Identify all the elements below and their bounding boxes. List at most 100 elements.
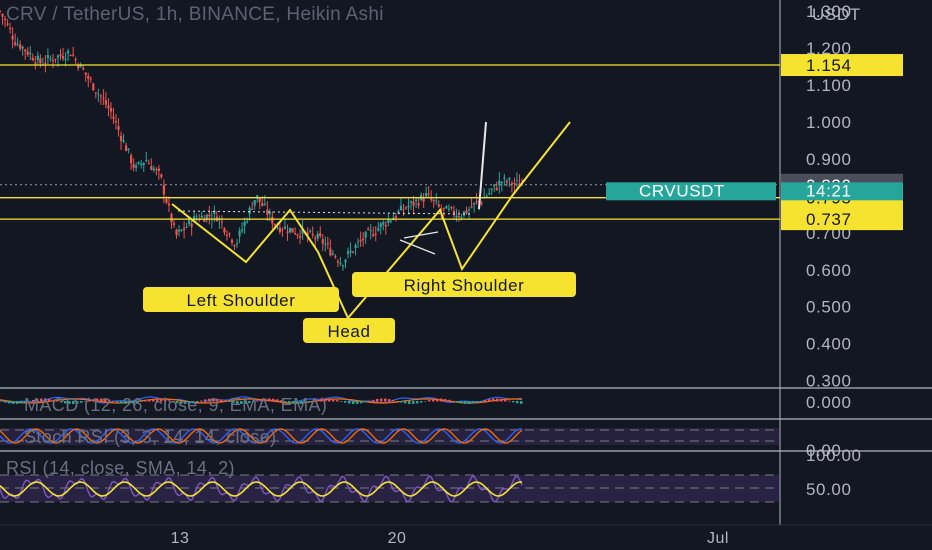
time-tick-label: Jul xyxy=(707,530,729,547)
candle-body xyxy=(92,83,95,91)
candle-body xyxy=(261,203,264,206)
candle-body xyxy=(19,44,22,49)
candle-body xyxy=(102,97,105,99)
candle-body xyxy=(1,13,4,17)
time-tick-label: 20 xyxy=(388,530,407,547)
candle-body xyxy=(296,234,299,236)
time-tick-label: 13 xyxy=(171,530,190,547)
candle-body xyxy=(422,198,425,202)
candle-body xyxy=(167,203,171,206)
price-tick-label: 0.400 xyxy=(806,335,852,354)
macd-histogram-bar xyxy=(20,401,23,404)
macd-histogram-bar xyxy=(8,401,11,404)
candle-body xyxy=(97,93,100,95)
macd-histogram-bar xyxy=(444,398,447,402)
candle-body xyxy=(288,227,292,233)
target-projection-line[interactable] xyxy=(478,121,487,210)
candle-body xyxy=(54,58,57,60)
candle-body xyxy=(485,196,488,198)
candle-body xyxy=(14,42,17,45)
candle-body xyxy=(165,199,168,203)
candle-body xyxy=(0,10,2,12)
candle-body xyxy=(155,169,158,171)
macd-histogram-bar xyxy=(376,398,379,402)
candle-body xyxy=(230,239,234,243)
candle-body xyxy=(228,233,231,235)
candle-body xyxy=(339,263,342,265)
indicator-panes: MACD (12, 26, close, 9, EMA, EMA) Stoch R… xyxy=(0,395,780,503)
candle-body xyxy=(16,43,19,45)
candle-body xyxy=(8,27,12,29)
candle-body xyxy=(59,54,62,56)
candle-body xyxy=(344,259,347,263)
candle-body xyxy=(104,99,108,105)
candle-body xyxy=(114,120,118,123)
candle-body xyxy=(309,230,312,232)
trading-chart[interactable]: MACD (12, 26, close, 9, EMA, EMA) Stoch R… xyxy=(0,0,932,550)
candle-body xyxy=(66,50,70,54)
candle-body xyxy=(87,75,90,79)
candle-body xyxy=(24,49,27,52)
candle-body xyxy=(26,51,29,55)
macd-histogram-bar xyxy=(520,401,523,404)
candle-body xyxy=(505,180,508,183)
macd-histogram-bar xyxy=(468,401,471,404)
candle-body xyxy=(480,202,483,204)
candle-body xyxy=(61,56,65,59)
candle-body xyxy=(251,208,254,210)
price-tag-text: 0.737 xyxy=(806,210,852,229)
candle-body xyxy=(472,202,476,205)
candle-body xyxy=(220,221,224,223)
candle-body xyxy=(319,233,322,237)
candle-body xyxy=(39,58,42,64)
candle-body xyxy=(122,140,125,142)
macd-histogram-bar xyxy=(432,399,435,402)
candle-body xyxy=(298,235,302,238)
candle-body xyxy=(223,228,226,233)
candle-body xyxy=(488,193,491,195)
candle-body xyxy=(248,207,251,214)
macd-histogram-bar xyxy=(364,401,367,403)
macd-histogram-bar xyxy=(4,401,7,403)
candle-body xyxy=(326,242,329,244)
candle-body xyxy=(3,18,7,20)
candle-body xyxy=(341,265,345,267)
candle-body xyxy=(137,162,140,164)
candle-body xyxy=(311,233,314,236)
macd-histogram-bar xyxy=(396,401,399,402)
macd-histogram-bar xyxy=(372,399,375,402)
candle-body xyxy=(190,223,193,227)
candle-body xyxy=(258,198,261,203)
candle-body xyxy=(89,78,92,80)
macd-histogram-bar xyxy=(504,399,507,402)
candle-body xyxy=(175,229,178,236)
candle-body xyxy=(278,227,282,233)
price-tick-label: 0.600 xyxy=(806,261,852,280)
candle-body xyxy=(513,182,516,184)
macd-histogram-bar xyxy=(388,399,391,402)
candle-body xyxy=(109,107,113,112)
candle-body xyxy=(263,203,266,205)
candle-body xyxy=(508,178,511,180)
head-label-text: Head xyxy=(327,322,370,341)
candle-body xyxy=(372,234,375,236)
candle-body xyxy=(235,243,239,245)
left-shoulder-label-text: Left Shoulder xyxy=(187,291,296,310)
macd-histogram-bar xyxy=(348,401,351,404)
candle-body xyxy=(442,207,445,209)
rsi-axis-top-label: 100.00 xyxy=(806,446,862,465)
macd-histogram-bar xyxy=(512,401,515,403)
macd-histogram-bar xyxy=(380,398,383,402)
neckline[interactable] xyxy=(177,210,471,215)
price-tag-text: 1.154 xyxy=(806,56,852,75)
candle-body xyxy=(351,251,355,253)
macd-histogram-bar xyxy=(328,398,331,402)
candle-body xyxy=(182,228,186,231)
macd-histogram-bar xyxy=(424,401,427,402)
candle-body xyxy=(450,207,453,209)
candle-body xyxy=(124,145,128,152)
candle-body xyxy=(107,105,110,108)
candle-body xyxy=(117,126,120,130)
candle-body xyxy=(6,23,9,25)
symbol-tag-text: CRVUSDT xyxy=(639,181,725,200)
